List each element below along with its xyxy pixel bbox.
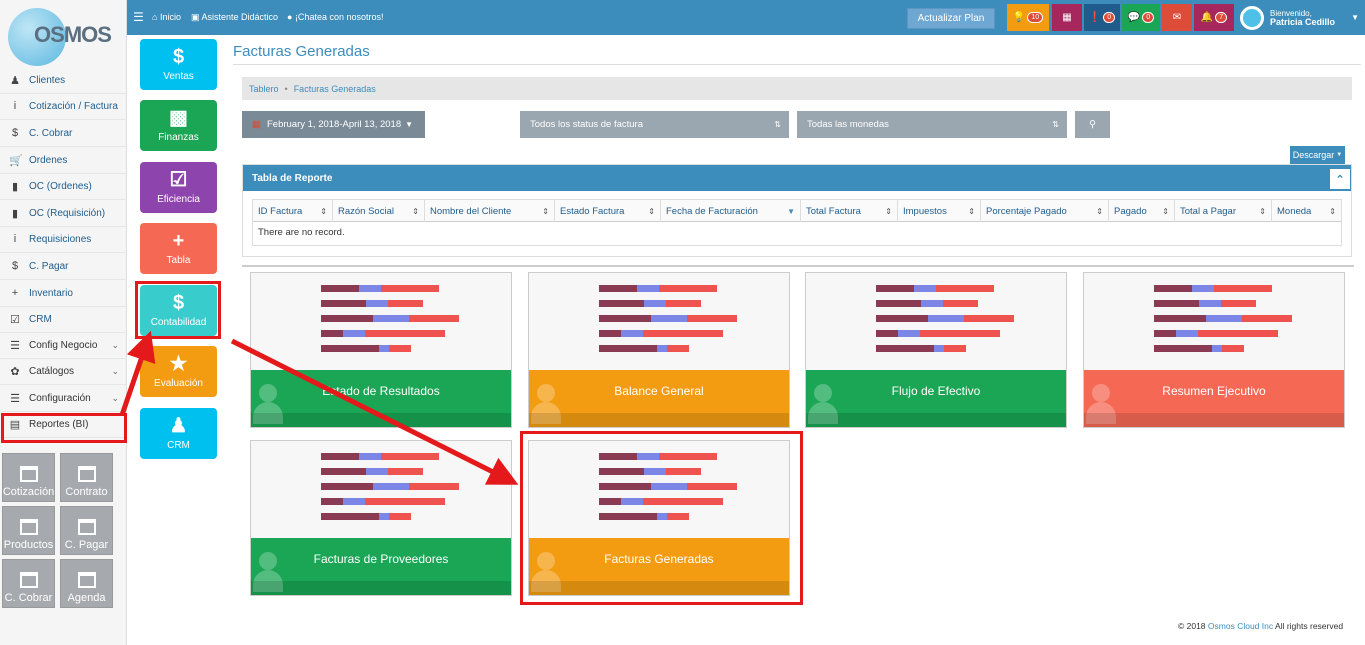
arrow-to-contabilidad — [119, 330, 156, 416]
app-root: OSMOS ♟ Clientes i Cotización / Factura $ C… — [0, 0, 1365, 645]
company-link[interactable]: Osmos Cloud Inc — [1208, 621, 1273, 631]
arrow-to-facturas-generadas — [230, 338, 519, 485]
footer: © 2018 Osmos Cloud Inc All rights reserv… — [1178, 621, 1344, 631]
annotation-arrows — [119, 330, 519, 485]
